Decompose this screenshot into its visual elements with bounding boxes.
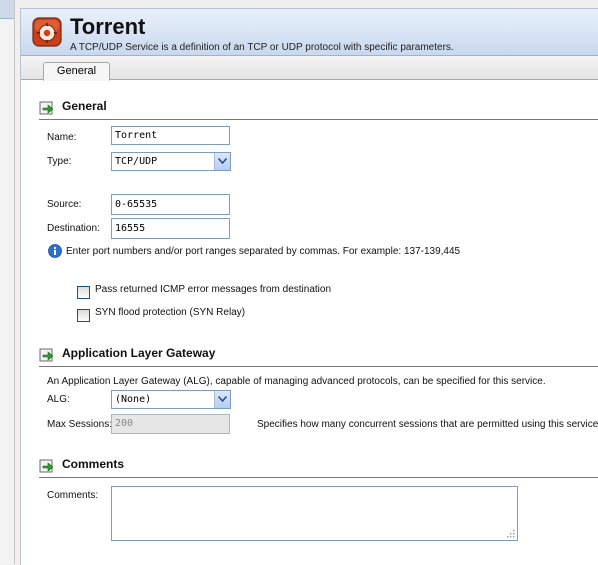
icmp-label: Pass returned ICMP error messages from d…	[95, 284, 332, 295]
comments-textarea[interactable]	[111, 486, 518, 541]
destination-label: Destination:	[47, 223, 100, 234]
alg-section-header: Application Layer Gateway	[39, 344, 598, 367]
general-heading: General	[62, 99, 107, 113]
section-arrow-icon	[39, 101, 54, 115]
icmp-checkbox[interactable]	[77, 286, 90, 299]
left-panel-strip	[0, 0, 15, 564]
type-select[interactable]: TCP/UDP	[111, 152, 231, 171]
resize-grip-icon[interactable]	[507, 530, 515, 538]
max-sessions-label: Max Sessions:	[47, 419, 113, 430]
alg-select-value: (None)	[115, 394, 152, 405]
section-arrow-icon	[39, 348, 54, 362]
comments-heading: Comments	[62, 457, 125, 471]
tab-general[interactable]: General	[43, 62, 110, 81]
source-field[interactable]: 0-65535	[111, 194, 230, 215]
alg-heading: Application Layer Gateway	[62, 346, 216, 360]
service-icon	[32, 17, 62, 47]
name-field[interactable]: Torrent	[111, 126, 230, 145]
alg-description: An Application Layer Gateway (ALG), capa…	[47, 376, 546, 387]
tab-bar: General	[21, 56, 598, 81]
type-label: Type:	[47, 156, 72, 167]
alg-label: ALG:	[47, 394, 70, 405]
comments-label: Comments:	[47, 490, 99, 501]
type-select-value: TCP/UDP	[115, 156, 158, 167]
general-section-header: General	[39, 97, 598, 120]
page-title: Torrent	[70, 14, 146, 39]
name-label: Name:	[47, 132, 77, 143]
source-label: Source:	[47, 199, 82, 210]
max-sessions-help: Specifies how many concurrent sessions t…	[257, 419, 598, 430]
syn-flood-label: SYN flood protection (SYN Relay)	[95, 307, 246, 318]
info-icon	[48, 244, 62, 258]
left-panel-highlight	[0, 0, 14, 19]
page-header: Torrent A TCP/UDP Service is a definitio…	[21, 9, 598, 56]
chevron-down-icon[interactable]	[214, 153, 230, 170]
service-properties-panel: Torrent A TCP/UDP Service is a definitio…	[20, 8, 598, 565]
destination-field[interactable]: 16555	[111, 218, 230, 239]
max-sessions-field: 200	[111, 414, 230, 434]
page-subtitle: A TCP/UDP Service is a definition of an …	[70, 42, 454, 53]
chevron-down-icon[interactable]	[214, 391, 230, 408]
section-arrow-icon	[39, 459, 54, 473]
syn-flood-checkbox[interactable]	[77, 309, 90, 322]
port-info-text: Enter port numbers and/or port ranges se…	[66, 246, 461, 257]
alg-select[interactable]: (None)	[111, 390, 231, 409]
comments-section-header: Comments	[39, 455, 598, 478]
